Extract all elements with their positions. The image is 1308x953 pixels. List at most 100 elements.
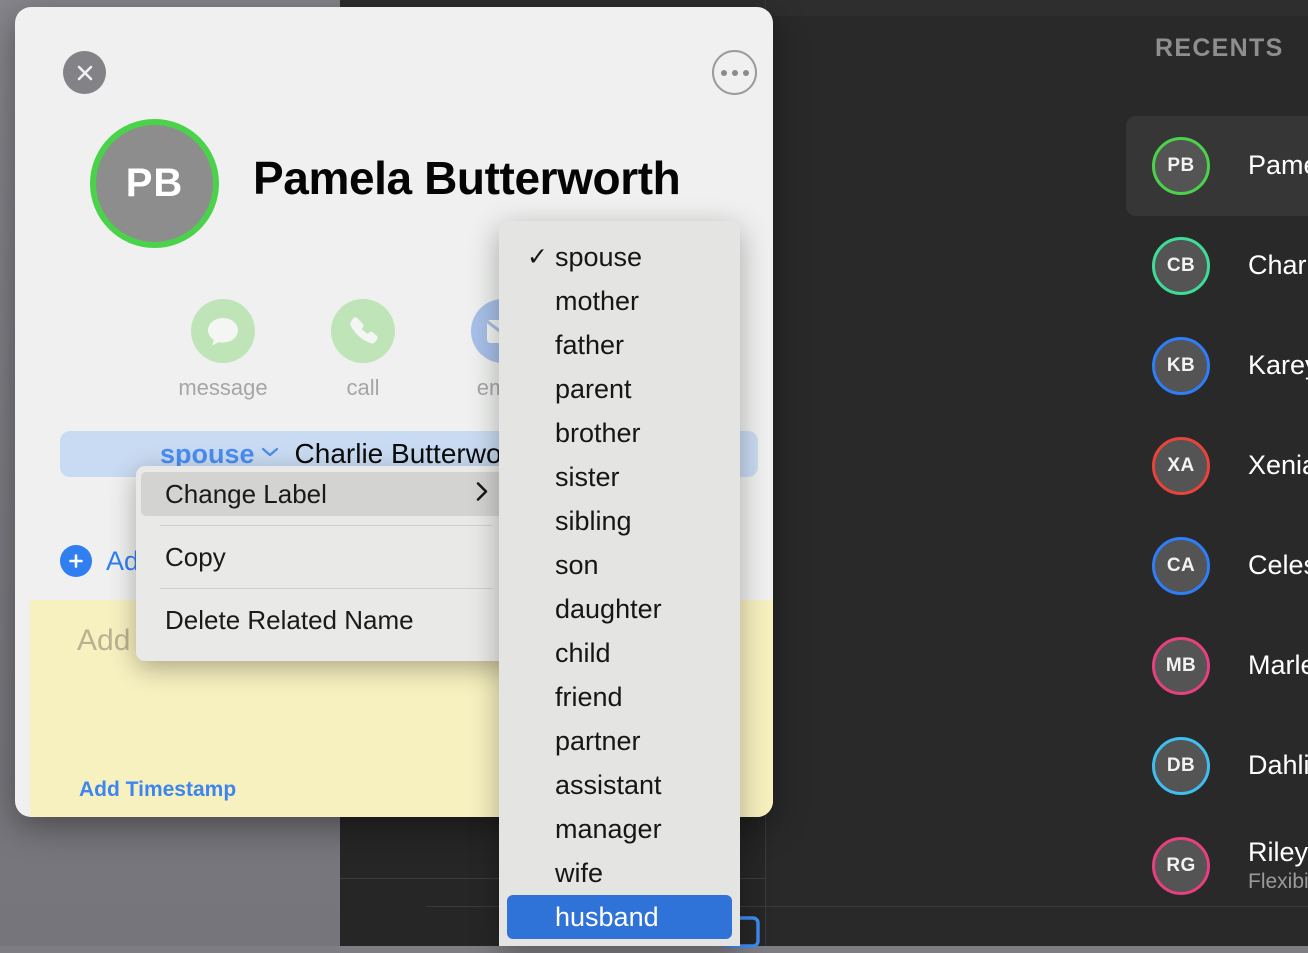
label-menu-item[interactable]: parent — [507, 367, 732, 411]
contact-name: Pamela Butterworth — [253, 152, 681, 204]
recents-list-item[interactable]: CA Celestine Abramson — [1126, 516, 1308, 616]
action-call[interactable]: call — [293, 299, 433, 401]
avatar: XA — [1152, 437, 1210, 495]
recents-item-name: Pamela Butterworth — [1248, 150, 1308, 181]
add-timestamp-link[interactable]: Add Timestamp — [79, 778, 236, 802]
plus-circle-icon[interactable] — [60, 545, 92, 577]
recents-item-firstname: Karey — [1248, 350, 1308, 381]
label-menu-item-label: manager — [555, 813, 662, 844]
recents-item-texts: Charlie Butterworth — [1248, 250, 1308, 281]
recents-list: PB Pamela Butterworth CB Charlie Butterwort… — [1126, 116, 1308, 916]
recents-item-firstname: Marlen — [1248, 650, 1308, 681]
context-menu: Change Label Copy Delete Related Name — [136, 466, 516, 661]
recents-item-texts: Riley GoodeFlexibits — [1248, 837, 1308, 894]
recents-item-name: Marlen Baggett — [1248, 650, 1308, 681]
context-menu-item-label: Delete Related Name — [165, 604, 414, 635]
recents-item-subtitle: Flexibits — [1248, 870, 1308, 894]
context-menu-item[interactable]: Delete Related Name — [141, 598, 511, 642]
label-menu-item-label: son — [555, 549, 599, 580]
recents-item-texts: Marlen Baggett — [1248, 650, 1308, 681]
context-menu-separator — [160, 588, 492, 589]
recents-list-item[interactable]: DB Dahlia Baker — [1126, 716, 1308, 816]
label-menu-item-label: partner — [555, 725, 641, 756]
label-menu-item-label: parent — [555, 373, 632, 404]
label-menu-item[interactable]: brother — [507, 411, 732, 455]
avatar: MB — [1152, 637, 1210, 695]
label-menu-item[interactable]: wife — [507, 851, 732, 895]
recents-item-firstname: Xenia — [1248, 450, 1308, 481]
action-message[interactable]: message — [153, 299, 293, 401]
label-menu-item[interactable]: friend — [507, 675, 732, 719]
label-menu-item[interactable]: child — [507, 631, 732, 675]
label-menu-item-label: father — [555, 329, 625, 360]
recents-item-name: Charlie Butterworth — [1248, 250, 1308, 281]
chevron-right-icon — [475, 479, 489, 510]
checkmark-icon: ✓ — [527, 243, 548, 271]
label-menu-item[interactable]: ✓ spouse — [507, 235, 732, 279]
label-menu-item-label: sister — [555, 461, 620, 492]
context-menu-separator — [160, 525, 492, 526]
recents-list-item[interactable]: CB Charlie Butterworth — [1126, 216, 1308, 316]
label-menu-item-label: mother — [555, 285, 640, 316]
recents-item-name: Karey Bent — [1248, 350, 1308, 381]
label-menu-item-label: daughter — [555, 593, 662, 624]
avatar: DB — [1152, 737, 1210, 795]
avatar: RG — [1152, 837, 1210, 895]
context-menu-item[interactable]: Change Label — [141, 472, 511, 516]
label-menu-item[interactable]: father — [507, 323, 732, 367]
close-button[interactable] — [63, 51, 106, 94]
label-menu-item-label: husband — [555, 901, 659, 932]
label-menu-item[interactable]: mother — [507, 279, 732, 323]
recents-list-item[interactable]: PB Pamela Butterworth — [1126, 116, 1308, 216]
chevron-down-icon[interactable] — [261, 445, 279, 463]
label-menu-item[interactable]: manager — [507, 807, 732, 851]
label-menu-item-label: sibling — [555, 505, 632, 536]
avatar: CA — [1152, 537, 1210, 595]
recents-item-name: Celestine Abramson — [1248, 550, 1308, 581]
recents-item-texts: Xenia Almond — [1248, 450, 1308, 481]
context-menu-item[interactable]: Copy — [141, 535, 511, 579]
more-options-button[interactable] — [712, 50, 757, 95]
label-menu-item[interactable]: husband — [507, 895, 732, 939]
recents-list-item[interactable]: RG Riley GoodeFlexibits — [1126, 816, 1308, 916]
recents-item-texts: Pamela Butterworth — [1248, 150, 1308, 181]
recents-item-name: Xenia Almond — [1248, 450, 1308, 481]
recents-list-item[interactable]: XA Xenia Almond — [1126, 416, 1308, 516]
more-dot — [731, 69, 738, 76]
label-menu-item[interactable]: sister — [507, 455, 732, 499]
avatar: KB — [1152, 337, 1210, 395]
recents-item-firstname: Celestine — [1248, 550, 1308, 581]
label-menu-item[interactable]: son — [507, 543, 732, 587]
label-menu-item-label: friend — [555, 681, 623, 712]
related-label[interactable]: spouse — [160, 439, 255, 470]
recents-list-item[interactable]: MB Marlen Baggett — [1126, 616, 1308, 716]
contact-avatar: PB — [90, 119, 219, 248]
recents-panel: RECENTS PB Pamela Butterworth CB Charlie Bu… — [766, 16, 1308, 946]
context-menu-item-label: Copy — [165, 541, 226, 572]
label-menu-item-label: brother — [555, 417, 641, 448]
more-dot — [720, 69, 727, 76]
recents-list-item[interactable]: KB Karey Bent — [1126, 316, 1308, 416]
close-icon — [77, 65, 92, 80]
recents-item-texts: Celestine Abramson — [1248, 550, 1308, 581]
context-menu-item-label: Change Label — [165, 478, 327, 509]
recents-item-firstname: Dahlia — [1248, 750, 1308, 781]
avatar: PB — [1152, 137, 1210, 195]
recents-item-firstname: Pamela — [1248, 150, 1308, 181]
avatar: CB — [1152, 237, 1210, 295]
message-bubble-icon — [191, 299, 255, 363]
more-dot — [742, 69, 749, 76]
label-menu-item[interactable]: daughter — [507, 587, 732, 631]
phone-icon — [331, 299, 395, 363]
action-label: call — [346, 375, 380, 400]
recents-item-texts: Dahlia Baker — [1248, 750, 1308, 781]
label-menu-item[interactable]: sibling — [507, 499, 732, 543]
label-menu-item-label: assistant — [555, 769, 662, 800]
label-menu-item-label: spouse — [555, 241, 643, 272]
label-menu-item[interactable]: partner — [507, 719, 732, 763]
label-menu-item-label: wife — [555, 857, 604, 888]
recents-item-firstname: Charlie — [1248, 250, 1308, 281]
label-menu-item[interactable]: assistant — [507, 763, 732, 807]
recents-item-texts: Karey Bent — [1248, 350, 1308, 381]
action-label: message — [178, 375, 268, 400]
